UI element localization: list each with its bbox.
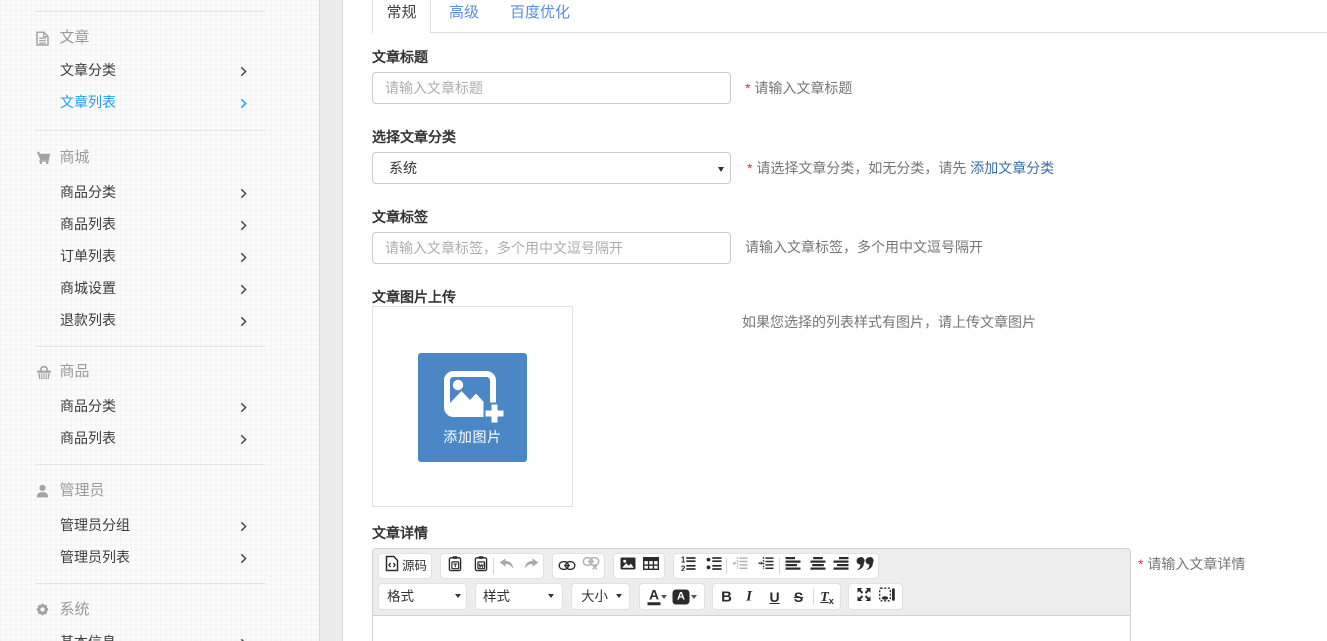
svg-text:1: 1 bbox=[681, 556, 686, 564]
svg-text:2: 2 bbox=[681, 564, 686, 571]
